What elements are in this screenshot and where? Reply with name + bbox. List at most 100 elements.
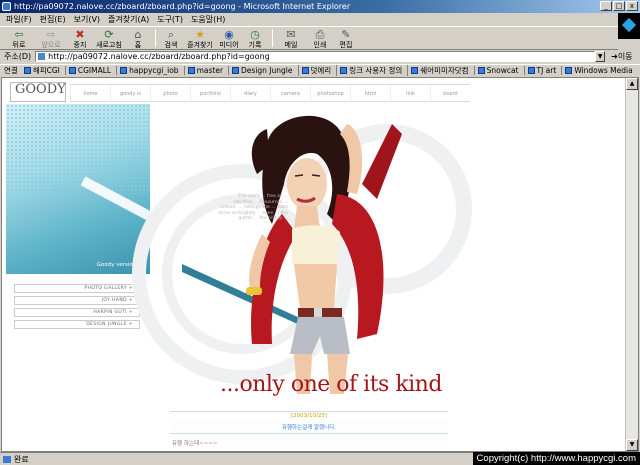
link-icon: [340, 67, 348, 74]
link-item[interactable]: Windows Media: [561, 66, 633, 75]
side-menu-design-jungle[interactable]: DESIGN JUNGLE +: [14, 320, 140, 329]
link-item[interactable]: master: [183, 66, 224, 75]
refresh-label: 새로고침: [96, 40, 122, 49]
nav-portfolio[interactable]: portfolio: [190, 85, 230, 101]
vertical-scrollbar[interactable]: ▲ ▼: [625, 78, 638, 451]
bracelet: [246, 287, 262, 295]
mail-label: 메일: [284, 40, 298, 49]
page-done-icon: [3, 456, 11, 463]
site-nav: home goody is photo portfolio diary came…: [70, 84, 470, 102]
link-item[interactable]: 해피CGI: [23, 65, 60, 76]
link-item[interactable]: CGIMALL: [64, 66, 112, 75]
nav-camera[interactable]: camera: [270, 85, 310, 101]
refresh-button[interactable]: ⟳ 새로고침: [94, 28, 124, 49]
side-menu-joy-hand[interactable]: JOY HAND +: [14, 296, 140, 305]
link-label: Windows Media: [574, 66, 633, 75]
address-input[interactable]: http://pa09072.nalove.cc/zboard/zboard.p…: [35, 51, 596, 62]
mail-button[interactable]: ✉ 메일: [276, 28, 306, 49]
back-button[interactable]: ⇦ 뒤로: [4, 28, 34, 49]
media-icon: ◉: [224, 27, 234, 41]
jacket-sleeve: [362, 124, 402, 199]
nav-board[interactable]: board: [430, 85, 470, 101]
link-item[interactable]: TJ art: [523, 66, 557, 75]
nav-goody-is[interactable]: goody is: [110, 85, 150, 101]
link-label: TJ art: [536, 66, 557, 75]
link-item[interactable]: happycgi_iob: [116, 66, 179, 75]
link-icon: [411, 67, 419, 74]
menu-view[interactable]: 보기(V): [74, 13, 100, 26]
edit-button[interactable]: ✎ 편집: [334, 28, 358, 49]
stop-icon: ✖: [75, 27, 85, 41]
nav-diary[interactable]: diary: [230, 85, 270, 101]
nav-link[interactable]: link: [390, 85, 430, 101]
link-label: Design Jungle: [241, 66, 293, 75]
link-icon: [23, 67, 31, 74]
post-date: [2003/10/23]: [170, 411, 448, 420]
nav-photo[interactable]: photo: [150, 85, 190, 101]
favorites-star-icon: ★: [195, 27, 205, 41]
link-item[interactable]: 덧에리: [297, 65, 332, 76]
menu-edit[interactable]: 편집(E): [40, 13, 66, 26]
close-button[interactable]: x: [626, 1, 638, 11]
copyright-watermark: Copyright(c) http://www.happycgi.com: [472, 452, 640, 465]
minimize-button[interactable]: _: [600, 1, 612, 11]
header-art-panel: Goody version_04: [6, 104, 150, 274]
title-bar: http://pa09072.nalove.cc/zboard/zboard.p…: [0, 0, 640, 13]
woman-figure-illustration: [182, 115, 402, 394]
tagline: ...only one of its kind: [220, 372, 442, 397]
links-label: 연결: [4, 66, 18, 75]
scroll-down-icon[interactable]: ▼: [626, 439, 638, 451]
link-item[interactable]: 쉐어미미자닷컴: [407, 65, 469, 76]
link-label: CGIMALL: [77, 66, 112, 75]
nav-home[interactable]: home: [70, 85, 110, 101]
post-comment: 유행 하는데~~~~: [172, 441, 218, 447]
media-button[interactable]: ◉ 미디어: [217, 28, 241, 49]
print-button[interactable]: ⎙ 인쇄: [308, 28, 332, 49]
logo-text: GOODY: [15, 82, 66, 97]
favorites-button[interactable]: ★ 즐겨찾기: [185, 28, 215, 49]
nav-html[interactable]: html: [350, 85, 390, 101]
home-button[interactable]: ⌂ 홈: [126, 28, 150, 49]
address-dropdown-icon[interactable]: ▼: [595, 51, 606, 62]
search-label: 검색: [164, 40, 178, 49]
link-item[interactable]: 링크 사용자 정의: [336, 65, 402, 76]
go-button[interactable]: ➜이동: [611, 51, 632, 62]
ie-icon: [2, 2, 11, 11]
menu-help[interactable]: 도움말(H): [191, 13, 225, 26]
site-logo[interactable]: GOODY GOODDESIGN GOODY: [10, 82, 66, 108]
stop-label: 중지: [73, 40, 87, 49]
side-menu-harpin-guti[interactable]: HARPIN GUTI +: [14, 308, 140, 317]
address-bar: 주소(D) http://pa09072.nalove.cc/zboard/zb…: [0, 50, 640, 63]
link-label: master: [196, 66, 224, 75]
menu-favorites[interactable]: 즐겨찾기(A): [108, 13, 149, 26]
search-icon: ⌕: [167, 27, 175, 41]
torso: [294, 264, 337, 309]
link-icon: [527, 67, 535, 74]
post-title[interactable]: 유행하는걸게 알했니다.: [170, 422, 448, 434]
search-button[interactable]: ⌕ 검색: [159, 28, 183, 49]
link-label: 덧에리: [310, 66, 332, 75]
history-label: 기록: [248, 40, 262, 49]
menu-tools[interactable]: 도구(T): [157, 13, 183, 26]
address-label: 주소(D): [4, 52, 32, 61]
link-item[interactable]: Design Jungle: [228, 66, 293, 75]
right-eye: [311, 174, 321, 177]
top-shirt: [292, 225, 340, 264]
status-text: 완료: [14, 455, 29, 464]
forward-button[interactable]: ⇨ 앞으로: [36, 28, 66, 49]
page-viewport[interactable]: GOODY GOODDESIGN GOODY home goody is pho…: [1, 77, 639, 452]
menu-file[interactable]: 파일(F): [6, 13, 32, 26]
link-item[interactable]: Snowcat: [473, 66, 519, 75]
history-button[interactable]: ◷ 기록: [243, 28, 267, 49]
scroll-up-icon[interactable]: ▲: [626, 78, 638, 90]
maximize-button[interactable]: □: [613, 1, 625, 11]
edit-label: 편집: [339, 40, 353, 49]
stop-button[interactable]: ✖ 중지: [68, 28, 92, 49]
side-menu-photo-gallery[interactable]: PHOTO GALLERY +: [14, 284, 140, 293]
nav-photoshop[interactable]: photoshop: [310, 85, 350, 101]
link-icon: [565, 67, 573, 74]
link-icon: [232, 67, 240, 74]
print-icon: ⎙: [315, 27, 325, 41]
teal-streak: [182, 264, 302, 326]
overlay-poem-text: The sun's ... free as ... satisfied ... …: [218, 194, 288, 221]
